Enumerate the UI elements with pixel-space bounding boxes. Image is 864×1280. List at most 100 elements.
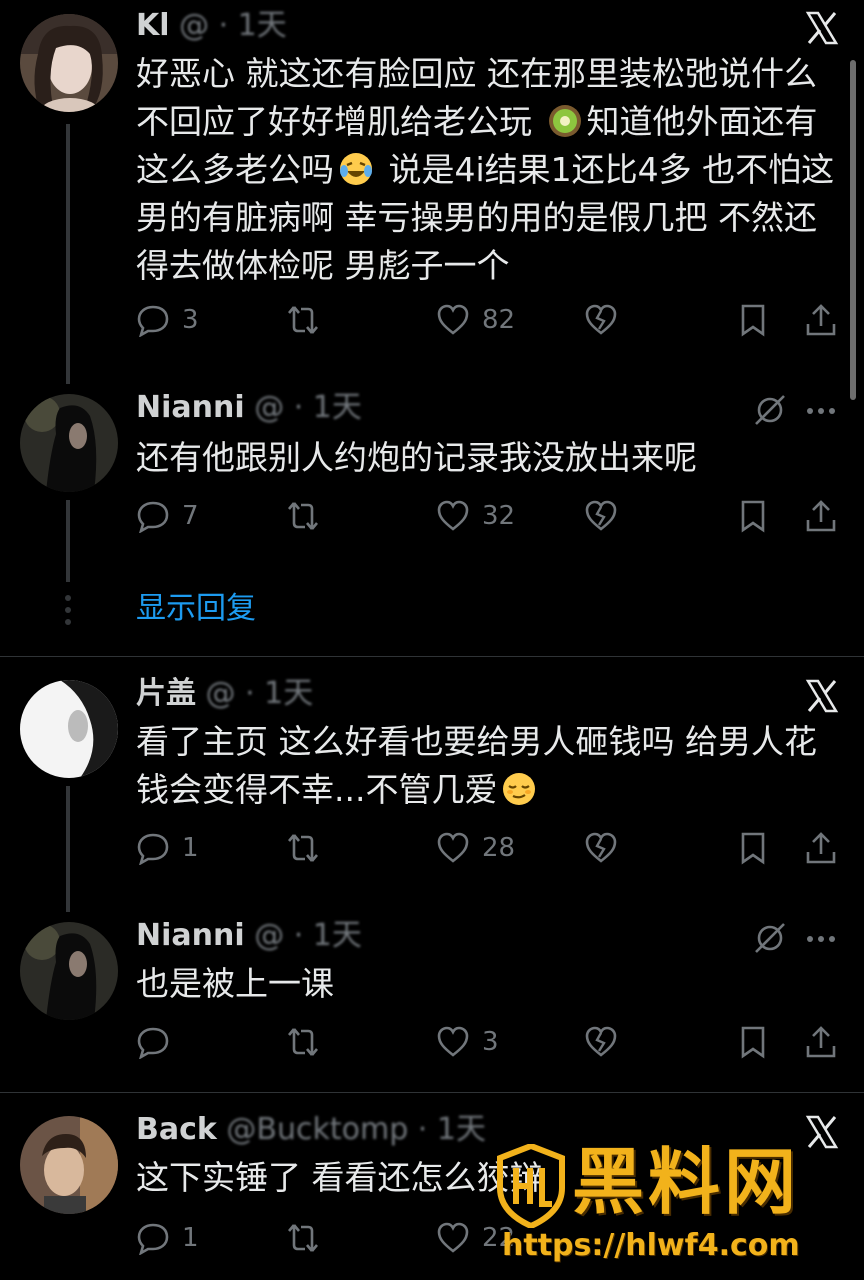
tweet[interactable]: Kl @ · 1天 好恶心 就这还有脸回应 还在那里装松弛说什么不回应了好好增肌… bbox=[0, 0, 864, 384]
tweet-meta: 片盖 @ · 1天 bbox=[136, 674, 756, 714]
tweet[interactable]: 片盖 @ · 1天 看了主页 这么好看也要给男人砸钱吗 给男人花钱会变得不幸..… bbox=[0, 668, 864, 912]
tweet-text: 也是被上一课 bbox=[136, 964, 334, 1003]
share-icon bbox=[806, 832, 836, 864]
mute-icon[interactable] bbox=[752, 392, 788, 428]
share-button[interactable] bbox=[804, 298, 838, 342]
share-button[interactable] bbox=[804, 494, 838, 538]
username[interactable]: Nianni bbox=[136, 918, 245, 953]
like-button[interactable]: 82 bbox=[436, 298, 515, 342]
like-button[interactable]: 32 bbox=[436, 494, 515, 538]
mute-icon[interactable] bbox=[752, 920, 788, 956]
broken-heart-icon bbox=[585, 304, 617, 335]
reply-icon bbox=[137, 833, 169, 865]
retweet-icon bbox=[288, 306, 318, 334]
thread-line bbox=[66, 124, 70, 384]
broken-heart-icon bbox=[585, 500, 617, 531]
thread-line bbox=[66, 786, 70, 912]
reply-icon bbox=[137, 501, 169, 533]
handle-time: @ · 1天 bbox=[254, 390, 362, 425]
tweet-meta: Nianni @ · 1天 bbox=[136, 916, 736, 956]
retweet-icon bbox=[288, 502, 318, 530]
avatar[interactable] bbox=[20, 1116, 118, 1214]
username[interactable]: Nianni bbox=[136, 390, 245, 425]
heart-icon bbox=[437, 500, 469, 531]
heart-icon bbox=[437, 304, 469, 335]
handle-time: @ · 1天 bbox=[179, 8, 287, 43]
avatar[interactable] bbox=[20, 394, 118, 492]
tweet-text: 还有他跟别人约炮的记录我没放出来呢 bbox=[136, 438, 697, 477]
reply-button[interactable] bbox=[136, 1020, 182, 1064]
bookmark-button[interactable] bbox=[736, 1020, 770, 1064]
avatar[interactable] bbox=[20, 922, 118, 1020]
handle-time: @Bucktomp · 1天 bbox=[226, 1112, 486, 1147]
tweet-actions: 3 82 bbox=[136, 298, 846, 342]
retweet-button[interactable] bbox=[286, 494, 320, 538]
reply-button[interactable]: 3 bbox=[136, 298, 199, 342]
bookmark-button[interactable] bbox=[736, 494, 770, 538]
x-close-icon[interactable] bbox=[804, 678, 840, 714]
retweet-icon bbox=[288, 834, 318, 862]
watermark: 黑料网 https://hlwf4.com bbox=[484, 1140, 854, 1270]
username[interactable]: Back bbox=[136, 1112, 217, 1147]
watermark-url: https://hlwf4.com bbox=[502, 1228, 800, 1263]
share-button[interactable] bbox=[804, 826, 838, 870]
watermark-title: 黑料网 bbox=[572, 1140, 801, 1224]
show-replies-link[interactable]: 显示回复 bbox=[136, 588, 256, 630]
kiwi-emoji bbox=[548, 105, 581, 137]
divider bbox=[0, 1092, 864, 1093]
retweet-button[interactable] bbox=[286, 1020, 320, 1064]
share-button[interactable] bbox=[804, 1020, 838, 1064]
handle-time: @ · 1天 bbox=[205, 676, 314, 711]
reply-button[interactable]: 7 bbox=[136, 494, 199, 538]
tweet-actions: 3 bbox=[136, 1020, 846, 1064]
more-icon[interactable] bbox=[804, 922, 838, 956]
avatar[interactable] bbox=[20, 680, 118, 778]
relieved-face-emoji bbox=[503, 773, 536, 805]
reply-feed: Kl @ · 1天 好恶心 就这还有脸回应 还在那里装松弛说什么不回应了好好增肌… bbox=[0, 0, 864, 1280]
tweet[interactable]: Nianni @ · 1天 还有他跟别人约炮的记录我没放出来呢 7 32 bbox=[0, 384, 864, 584]
share-icon bbox=[806, 1026, 836, 1058]
bookmark-button[interactable] bbox=[736, 298, 770, 342]
heart-icon bbox=[437, 832, 469, 863]
retweet-button[interactable] bbox=[286, 1216, 320, 1260]
tweet-meta: Nianni @ · 1天 bbox=[136, 388, 736, 428]
reply-icon bbox=[137, 1027, 169, 1059]
retweet-button[interactable] bbox=[286, 298, 320, 342]
dislike-button[interactable] bbox=[584, 826, 618, 870]
retweet-icon bbox=[288, 1028, 318, 1056]
laughing-tears-emoji bbox=[340, 153, 372, 185]
share-icon bbox=[806, 500, 836, 532]
retweet-button[interactable] bbox=[286, 826, 320, 870]
bookmark-icon bbox=[741, 304, 765, 337]
tweet-meta: Kl @ · 1天 bbox=[136, 6, 756, 46]
bookmark-icon bbox=[741, 1026, 765, 1059]
username[interactable]: 片盖 bbox=[136, 676, 196, 711]
reply-icon bbox=[137, 305, 169, 337]
broken-heart-icon bbox=[585, 1026, 617, 1057]
bookmark-button[interactable] bbox=[736, 826, 770, 870]
more-icon[interactable] bbox=[804, 394, 838, 428]
thread-line bbox=[66, 500, 70, 582]
avatar[interactable] bbox=[20, 14, 118, 112]
username[interactable]: Kl bbox=[136, 8, 170, 43]
handle-time: @ · 1天 bbox=[254, 918, 362, 953]
tweet-actions: 7 32 bbox=[136, 494, 846, 538]
heart-icon bbox=[437, 1026, 469, 1057]
reply-button[interactable]: 1 bbox=[136, 1216, 199, 1260]
divider bbox=[0, 656, 864, 657]
tweet[interactable]: Nianni @ · 1天 也是被上一课 3 bbox=[0, 912, 864, 1082]
dislike-button[interactable] bbox=[584, 494, 618, 538]
dislike-button[interactable] bbox=[584, 298, 618, 342]
watermark-logo-icon bbox=[497, 1144, 565, 1228]
retweet-icon bbox=[288, 1224, 318, 1252]
x-close-icon[interactable] bbox=[804, 10, 840, 46]
reply-button[interactable]: 1 bbox=[136, 826, 199, 870]
like-button[interactable]: 3 bbox=[436, 1020, 499, 1064]
scrollbar[interactable] bbox=[850, 60, 856, 400]
like-button[interactable]: 28 bbox=[436, 826, 515, 870]
tweet-actions: 1 28 bbox=[136, 826, 846, 870]
bookmark-icon bbox=[741, 500, 765, 533]
reply-icon bbox=[137, 1223, 169, 1255]
dislike-button[interactable] bbox=[584, 1020, 618, 1064]
broken-heart-icon bbox=[585, 832, 617, 863]
